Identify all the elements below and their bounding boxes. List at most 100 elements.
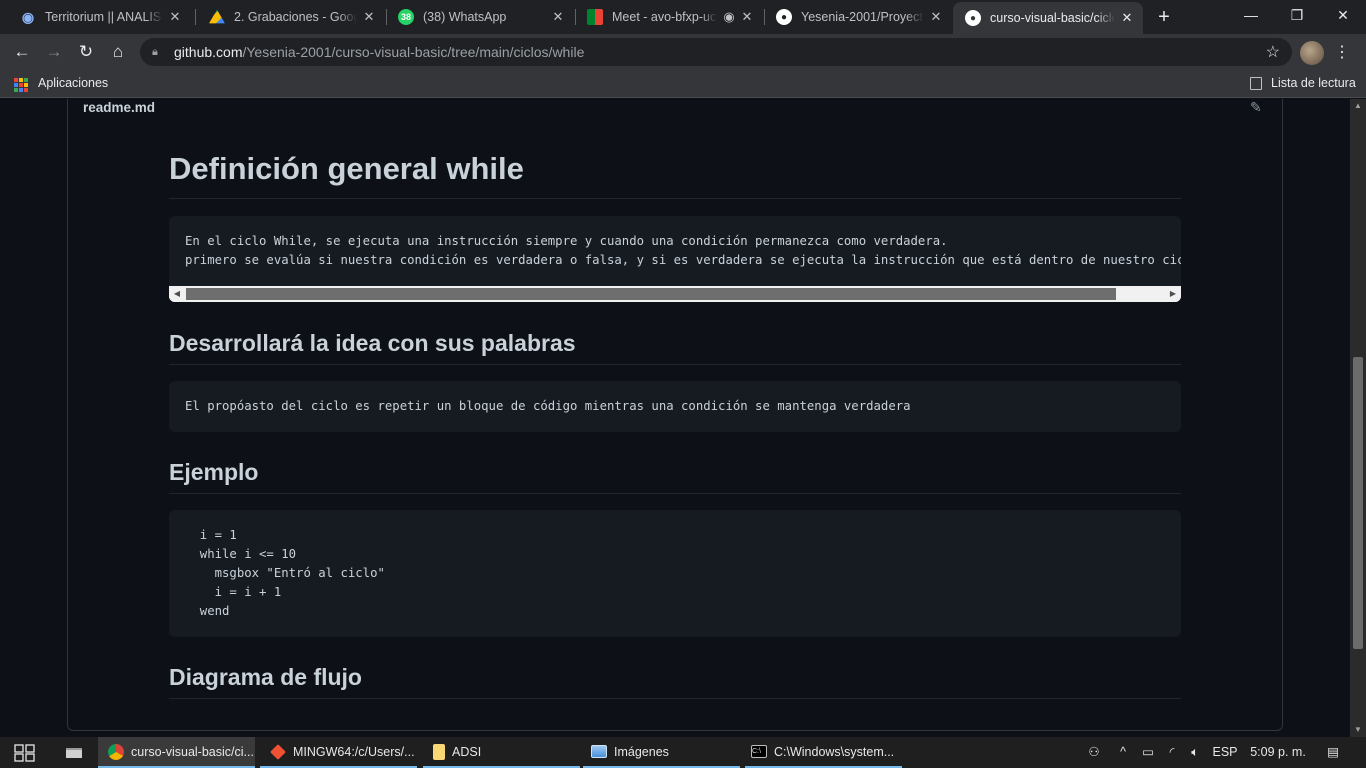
tab-title: (38) WhatsApp xyxy=(423,10,507,24)
clock[interactable]: 5:09 p. m. xyxy=(1246,737,1310,768)
window-close-button[interactable]: ✕ xyxy=(1320,0,1366,32)
scroll-right-icon[interactable]: ▶ xyxy=(1165,286,1181,302)
chevron-up-icon[interactable]: ^ xyxy=(1114,737,1132,768)
tab-google-drive[interactable]: 2. Grabaciones - Google Drive ✕ xyxy=(197,0,385,34)
task-view-icon[interactable] xyxy=(14,737,38,768)
horizontal-scrollbar[interactable]: ◀ ▶ xyxy=(169,286,1181,302)
image-viewer-icon xyxy=(591,745,607,758)
google-drive-icon xyxy=(209,9,225,24)
notifications-icon[interactable]: ▤ xyxy=(1322,737,1344,768)
close-icon[interactable]: ✕ xyxy=(550,9,566,25)
git-bash-icon xyxy=(270,743,286,760)
tab-whatsapp[interactable]: 38 (38) WhatsApp ✕ xyxy=(386,0,574,34)
new-tab-button[interactable]: + xyxy=(1152,6,1176,28)
address-bar[interactable]: 🔒︎ github.com/Yesenia-2001/curso-visual-… xyxy=(140,38,1292,66)
scroll-left-icon[interactable]: ◀ xyxy=(169,286,185,302)
tab-title: 2. Grabaciones - Google Drive xyxy=(234,10,357,24)
taskbar-item-label: Imágenes xyxy=(614,744,669,759)
taskbar-item-label: C:\Windows\system... xyxy=(774,744,895,759)
tab-google-meet[interactable]: Meet - avo-bfxp-ucz ◉ ✕ xyxy=(575,0,763,34)
heading-flow-diagram: Diagrama de flujo xyxy=(169,664,362,690)
page-content: readme.md ✎ Definición general while En … xyxy=(0,99,1350,737)
profile-avatar[interactable] xyxy=(1300,41,1324,65)
people-icon[interactable]: ⚇ xyxy=(1084,737,1104,768)
cmd-icon: C:\ xyxy=(751,745,767,758)
chrome-icon xyxy=(108,743,124,760)
battery-icon[interactable]: ▭ xyxy=(1139,737,1157,768)
reading-list-icon xyxy=(1250,77,1262,90)
home-icon[interactable]: ⌂ xyxy=(105,39,131,65)
idea-codeblock: El propóasto del ciclo es repetir un blo… xyxy=(169,381,1181,432)
readme-filename[interactable]: readme.md xyxy=(83,100,155,115)
code-line: while i <= 10 xyxy=(185,547,297,561)
heading-idea: Desarrollará la idea con sus palabras xyxy=(169,330,576,356)
reload-icon[interactable]: ↻ xyxy=(73,39,99,65)
taskbar-item-folder-adsi[interactable]: ADSI xyxy=(423,737,580,768)
tab-title: curso-visual-basic/ciclos xyxy=(990,11,1115,25)
forward-arrow-icon[interactable]: → xyxy=(41,39,67,65)
restore-button[interactable]: ❐ xyxy=(1274,0,1320,32)
code-line: msgbox "Entró al ciclo" xyxy=(185,566,385,580)
bookmarks-bar xyxy=(0,70,1366,98)
eye-icon: ◉ xyxy=(21,8,35,25)
page-scrollbar[interactable]: ▲ ▼ xyxy=(1350,99,1366,737)
tab-title: Territorium || ANALISIS xyxy=(45,10,163,24)
language-indicator[interactable]: ESP xyxy=(1209,737,1241,768)
taskbar-item-label: ADSI xyxy=(452,744,482,759)
tab-title: Yesenia-2001/Proyecto_ xyxy=(801,10,924,24)
minimize-button[interactable]: — xyxy=(1228,0,1274,32)
divider xyxy=(169,364,1181,365)
whatsapp-icon: 38 xyxy=(398,9,414,25)
volume-icon[interactable]: 🔈︎ xyxy=(1185,737,1205,768)
taskbar-item-cmd[interactable]: C:\ C:\Windows\system... xyxy=(745,737,902,768)
github-icon: ● xyxy=(776,9,792,25)
lock-icon: 🔒︎ xyxy=(152,46,158,58)
edit-pencil-icon[interactable]: ✎ xyxy=(1250,99,1266,115)
google-meet-icon xyxy=(587,9,603,25)
browser-toolbar: ← → ↻ ⌂ 🔒︎ github.com/Yesenia-2001/curso… xyxy=(0,34,1366,70)
taskbar-item-git-bash[interactable]: MINGW64:/c/Users/... xyxy=(260,737,417,768)
tab-github-proyecto[interactable]: ● Yesenia-2001/Proyecto_ ✕ xyxy=(764,0,952,34)
taskbar-item-label: curso-visual-basic/ci... xyxy=(131,744,254,759)
apps-grid-icon xyxy=(14,78,28,92)
divider xyxy=(169,698,1181,699)
divider xyxy=(169,198,1181,199)
menu-dots-icon[interactable]: ⋮ xyxy=(1334,40,1350,66)
tab-title: Meet - avo-bfxp-ucz xyxy=(612,10,717,24)
desktop-icon[interactable] xyxy=(66,737,86,768)
heading-example: Ejemplo xyxy=(169,459,259,485)
scrollbar-thumb[interactable] xyxy=(186,288,1116,300)
scroll-up-icon[interactable]: ▲ xyxy=(1350,99,1366,113)
recording-indicator-icon: ◉ xyxy=(723,9,735,24)
scroll-down-icon[interactable]: ▼ xyxy=(1350,723,1366,737)
tab-territorium[interactable]: ◉ Territorium || ANALISIS ✕ xyxy=(8,0,191,34)
divider xyxy=(169,493,1181,494)
apps-bookmark[interactable]: Aplicaciones xyxy=(38,76,108,90)
reading-list-button[interactable]: Lista de lectura xyxy=(1271,76,1356,90)
bookmark-star-icon[interactable]: ☆ xyxy=(1266,42,1280,62)
definition-line: primero se evalúa si nuestra condición e… xyxy=(185,253,1181,267)
tab-github-curso-visual-basic[interactable]: ● curso-visual-basic/ciclos ✕ xyxy=(953,2,1143,34)
close-icon[interactable]: ✕ xyxy=(361,9,377,25)
definition-codeblock: En el ciclo While, se ejecuta una instru… xyxy=(169,216,1181,302)
address-url: github.com/Yesenia-2001/curso-visual-bas… xyxy=(174,44,585,60)
code-line: i = 1 xyxy=(185,528,237,542)
close-icon[interactable]: ✕ xyxy=(739,9,755,25)
back-arrow-icon[interactable]: ← xyxy=(9,39,35,65)
github-icon: ● xyxy=(965,10,981,26)
definition-line: En el ciclo While, se ejecuta una instru… xyxy=(185,234,948,248)
close-icon[interactable]: ✕ xyxy=(928,9,944,25)
close-icon[interactable]: ✕ xyxy=(1119,10,1135,26)
taskbar-item-images[interactable]: Imágenes xyxy=(583,737,740,768)
scrollbar-thumb[interactable] xyxy=(1353,357,1363,649)
code-line: wend xyxy=(185,604,230,618)
idea-text: El propóasto del ciclo es repetir un blo… xyxy=(185,399,911,413)
close-icon[interactable]: ✕ xyxy=(167,9,183,25)
taskbar-item-chrome[interactable]: curso-visual-basic/ci... xyxy=(98,737,255,768)
tab-separator xyxy=(195,9,196,25)
code-line: i = i + 1 xyxy=(185,585,282,599)
taskbar-item-label: MINGW64:/c/Users/... xyxy=(293,744,415,759)
folder-icon xyxy=(433,743,445,760)
wifi-icon[interactable]: ◜ xyxy=(1162,737,1182,768)
example-codeblock: i = 1 while i <= 10 msgbox "Entró al cic… xyxy=(169,510,1181,637)
